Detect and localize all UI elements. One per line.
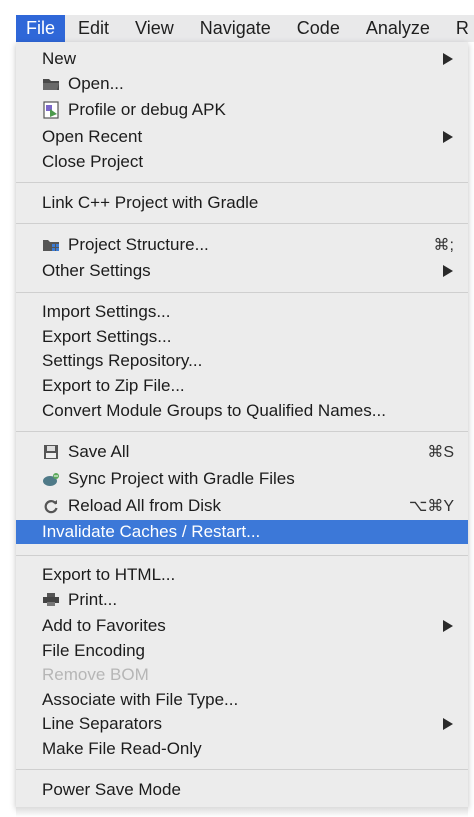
menu-bar: File Edit View Navigate Code Analyze R <box>16 15 474 42</box>
menu-item-sync-gradle[interactable]: Sync Project with Gradle Files <box>16 467 468 491</box>
submenu-arrow-icon <box>443 620 453 632</box>
printer-icon <box>42 591 60 609</box>
menu-item-label: Remove BOM <box>42 665 149 684</box>
menu-item-label: Invalidate Caches / Restart... <box>42 522 261 541</box>
menu-item-make-read-only[interactable]: Make File Read-Only <box>16 737 468 761</box>
menu-item-label: Open... <box>68 74 124 93</box>
menu-item-label: Make File Read-Only <box>42 739 202 758</box>
menu-refactor-truncated[interactable]: R <box>443 15 474 42</box>
shortcut-label: ⌘S <box>427 444 454 461</box>
menu-item-export-zip[interactable]: Export to Zip File... <box>16 374 468 398</box>
menu-item-label: Power Save Mode <box>42 780 181 799</box>
gradle-sync-icon <box>42 470 60 488</box>
shortcut-label: ⌥⌘Y <box>408 498 454 515</box>
menu-item-label: Export Settings... <box>42 327 172 346</box>
menu-item-project-structure[interactable]: Project Structure... ⌘; <box>16 233 468 257</box>
apk-icon <box>42 101 60 119</box>
project-structure-icon <box>42 236 60 254</box>
folder-icon <box>42 75 60 93</box>
menu-item-label: Convert Module Groups to Qualified Names… <box>42 401 386 420</box>
menu-item-export-settings[interactable]: Export Settings... <box>16 325 468 349</box>
menu-item-label: Reload All from Disk <box>68 496 222 515</box>
menu-item-line-separators[interactable]: Line Separators <box>16 712 468 736</box>
menu-item-invalidate-caches[interactable]: Invalidate Caches / Restart... <box>16 520 468 544</box>
submenu-arrow-icon <box>443 718 453 730</box>
menu-item-new[interactable]: New <box>16 47 468 71</box>
menu-item-label: Export to HTML... <box>42 565 176 584</box>
menu-item-label: Other Settings <box>42 261 151 280</box>
menu-item-print[interactable]: Print... <box>16 588 468 612</box>
menu-item-reload-all[interactable]: Reload All from Disk ⌥⌘Y <box>16 494 468 518</box>
reload-icon <box>42 497 60 515</box>
menu-item-remove-bom: Remove BOM <box>16 663 468 687</box>
menu-item-label: Link C++ Project with Gradle <box>42 193 259 212</box>
menu-item-import-settings[interactable]: Import Settings... <box>16 300 468 324</box>
submenu-arrow-icon <box>443 131 453 143</box>
menu-item-associate-file-type[interactable]: Associate with File Type... <box>16 688 468 712</box>
menu-code[interactable]: Code <box>284 15 353 42</box>
menu-item-settings-repository[interactable]: Settings Repository... <box>16 349 468 373</box>
menu-item-label: Open Recent <box>42 127 143 146</box>
menu-view[interactable]: View <box>122 15 187 42</box>
menu-item-power-save-mode[interactable]: Power Save Mode <box>16 778 468 802</box>
menu-separator <box>16 223 468 224</box>
menu-item-label: Associate with File Type... <box>42 690 239 709</box>
menu-analyze[interactable]: Analyze <box>353 15 443 42</box>
menu-item-label: Close Project <box>42 152 144 171</box>
menu-file[interactable]: File <box>16 15 66 42</box>
file-menu-dropdown: New Open... Profile or debug APK Open Re… <box>16 42 468 807</box>
menu-item-profile-debug-apk[interactable]: Profile or debug APK <box>16 98 468 122</box>
menu-item-add-to-favorites[interactable]: Add to Favorites <box>16 614 468 638</box>
menu-separator <box>16 431 468 432</box>
menu-item-label: Settings Repository... <box>42 351 203 370</box>
menu-item-label: Profile or debug APK <box>68 100 226 119</box>
submenu-arrow-icon <box>443 265 453 277</box>
menu-item-close-project[interactable]: Close Project <box>16 150 468 174</box>
menu-separator <box>16 182 468 183</box>
menu-item-label: Project Structure... <box>68 235 209 254</box>
menu-separator <box>16 769 468 770</box>
menu-separator <box>16 555 468 556</box>
submenu-arrow-icon <box>443 53 453 65</box>
menu-item-other-settings[interactable]: Other Settings <box>16 259 468 283</box>
menu-item-convert-module-groups[interactable]: Convert Module Groups to Qualified Names… <box>16 399 468 423</box>
menu-item-label: Sync Project with Gradle Files <box>68 469 295 488</box>
menu-item-open-recent[interactable]: Open Recent <box>16 125 468 149</box>
menu-item-label: New <box>42 49 77 68</box>
save-icon <box>42 443 60 461</box>
menu-navigate[interactable]: Navigate <box>187 15 284 42</box>
menu-shadow <box>16 807 468 817</box>
menu-item-label: Export to Zip File... <box>42 376 185 395</box>
menu-edit[interactable]: Edit <box>65 15 122 42</box>
shortcut-label: ⌘; <box>433 237 454 254</box>
menu-item-label: Import Settings... <box>42 302 171 321</box>
menu-item-save-all[interactable]: Save All ⌘S <box>16 440 468 464</box>
menu-item-open[interactable]: Open... <box>16 72 468 96</box>
menu-item-link-cpp[interactable]: Link C++ Project with Gradle <box>16 191 468 215</box>
menu-item-label: Add to Favorites <box>42 616 166 635</box>
menu-separator <box>16 292 468 293</box>
menu-item-label: File Encoding <box>42 641 146 660</box>
menu-item-file-encoding[interactable]: File Encoding <box>16 639 468 663</box>
menu-item-export-html[interactable]: Export to HTML... <box>16 563 468 587</box>
menu-item-label: Save All <box>68 442 130 461</box>
menu-item-label: Line Separators <box>42 714 163 733</box>
menu-item-label: Print... <box>68 590 118 609</box>
